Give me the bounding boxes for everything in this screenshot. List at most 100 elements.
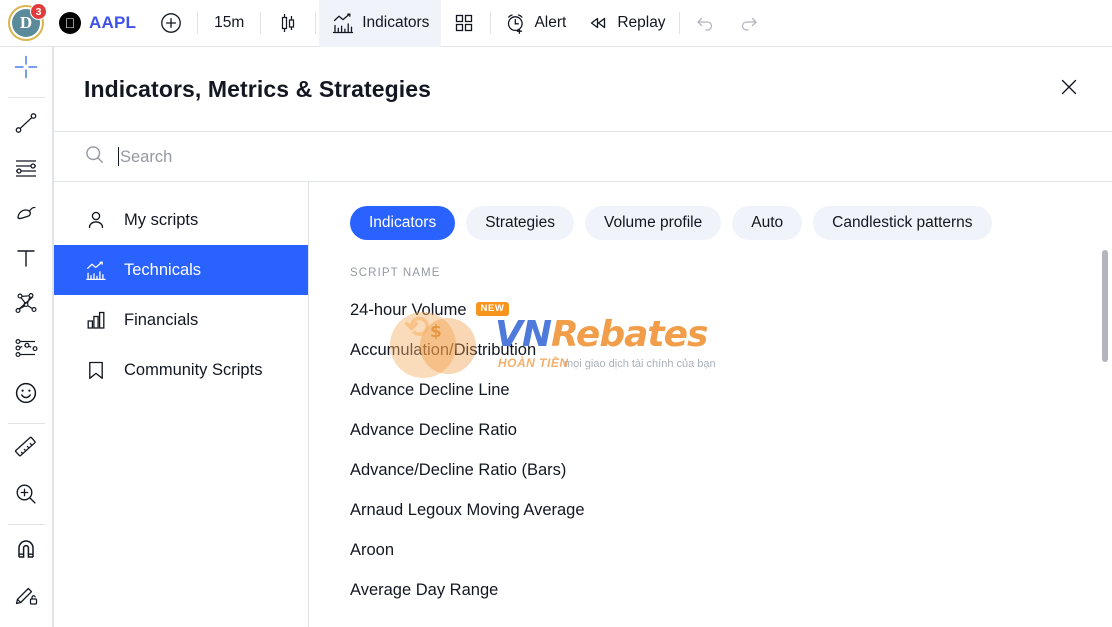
brush-tool[interactable] — [4, 193, 49, 238]
list-item[interactable]: Average Day Range — [309, 570, 1112, 610]
redo-arrow-icon — [738, 12, 760, 34]
script-name: Accumulation/Distribution — [350, 340, 537, 359]
cursor-tool-group — [0, 47, 52, 92]
search-icon — [84, 144, 105, 170]
toolbar-divider — [260, 12, 262, 34]
list-item[interactable]: Aroon — [309, 530, 1112, 570]
measure-tool[interactable] — [4, 429, 49, 474]
fib-retracement-tool[interactable] — [4, 148, 49, 193]
search-bar[interactable]: Search — [54, 132, 1112, 182]
sidebar-label: My scripts — [124, 210, 199, 229]
undo-button[interactable] — [683, 0, 727, 47]
crosshair-cursor-tool[interactable] — [4, 47, 49, 92]
layouts-button[interactable] — [441, 0, 487, 47]
new-badge: NEW — [475, 301, 510, 317]
toolbar-divider — [678, 12, 680, 34]
indicators-label: Indicators — [362, 14, 430, 31]
scripts-list: 24-hour Volume NEW Accumulation/Distribu… — [309, 279, 1112, 610]
magnet-lock-group — [0, 530, 52, 620]
toolbar-divider — [7, 524, 45, 525]
patterns-tool[interactable] — [4, 283, 49, 328]
symbol-ticker: AAPL — [89, 13, 137, 32]
emoji-tool[interactable] — [4, 373, 49, 418]
brush-icon — [13, 200, 39, 231]
sidebar-item-community-scripts[interactable]: Community Scripts — [54, 345, 308, 395]
search-placeholder: Search — [120, 147, 173, 166]
trend-line-tool[interactable] — [4, 103, 49, 148]
indicators-chart-icon — [331, 11, 355, 35]
dialog-title: Indicators, Metrics & Strategies — [84, 75, 432, 102]
measure-tools-group — [0, 429, 52, 519]
scrollbar-track[interactable] — [1102, 182, 1108, 627]
smiley-icon — [13, 380, 39, 411]
script-name: Aroon — [350, 540, 395, 559]
bar-chart-icon — [85, 309, 107, 331]
sidebar-item-technicals[interactable]: Technicals — [54, 245, 308, 295]
filter-pill-candlestick-patterns[interactable]: Candlestick patterns — [813, 206, 992, 240]
candlestick-icon — [276, 11, 300, 35]
dialog-header: Indicators, Metrics & Strategies — [54, 47, 1112, 132]
magnet-icon — [13, 537, 39, 568]
column-header-script-name: SCRIPT NAME — [350, 267, 441, 279]
sidebar-label: Financials — [124, 310, 199, 329]
undo-arrow-icon — [694, 12, 716, 34]
dialog-sidebar: My scripts Technicals Financials Communi… — [54, 182, 309, 627]
indicators-dialog: Indicators, Metrics & Strategies Search — [53, 47, 1112, 627]
alert-button[interactable]: Alert — [494, 0, 576, 47]
script-name: Arnaud Legoux Moving Average — [350, 500, 585, 519]
xabcd-pattern-icon — [13, 290, 39, 321]
bookmark-icon — [85, 359, 107, 381]
technicals-chart-icon — [85, 259, 107, 281]
script-name: Advance/Decline Ratio (Bars) — [350, 460, 567, 479]
dialog-body: My scripts Technicals Financials Communi… — [54, 182, 1112, 627]
timeframe-selector[interactable]: 15m — [201, 14, 257, 32]
lock-drawings-tool[interactable] — [4, 575, 49, 620]
list-item[interactable]: Advance Decline Ratio — [309, 410, 1112, 450]
toolbar-divider — [315, 12, 317, 34]
filter-pill-volume-profile[interactable]: Volume profile — [585, 206, 722, 240]
indicators-button[interactable]: Indicators — [319, 0, 442, 47]
filter-pill-strategies[interactable]: Strategies — [466, 206, 574, 240]
plus-circle-icon — [160, 12, 182, 34]
close-x-icon — [1058, 76, 1080, 103]
list-item[interactable]: Arnaud Legoux Moving Average — [309, 490, 1112, 530]
script-name: Advance Decline Line — [350, 380, 510, 399]
zoom-in-tool[interactable] — [4, 474, 49, 519]
list-item[interactable]: Accumulation/Distribution — [309, 330, 1112, 370]
scripts-panel: Indicators Strategies Volume profile Aut… — [309, 182, 1112, 627]
magnet-mode-tool[interactable] — [4, 530, 49, 575]
drawing-tools-group — [0, 103, 52, 418]
toolbar-divider — [490, 12, 492, 34]
scrollbar-thumb[interactable] — [1102, 250, 1108, 362]
list-item[interactable]: Advance Decline Line — [309, 370, 1112, 410]
search-input[interactable]: Search — [118, 146, 173, 167]
prediction-tool[interactable] — [4, 328, 49, 373]
alert-label: Alert — [534, 14, 567, 31]
sidebar-label: Technicals — [124, 260, 202, 279]
replay-label: Replay — [617, 14, 666, 31]
replay-button[interactable]: Replay — [576, 0, 675, 47]
sidebar-item-financials[interactable]: Financials — [54, 295, 308, 345]
chart-type-button[interactable] — [264, 0, 312, 47]
text-t-icon — [13, 245, 39, 276]
text-caret — [118, 146, 119, 166]
filter-pill-indicators[interactable]: Indicators — [350, 206, 456, 240]
text-tool[interactable] — [4, 238, 49, 283]
symbol-selector[interactable]:  AAPL — [45, 12, 148, 34]
script-name: Average Day Range — [350, 580, 499, 599]
left-drawing-toolbar — [0, 47, 53, 627]
crosshair-icon — [13, 54, 39, 85]
redo-button[interactable] — [727, 0, 771, 47]
sidebar-item-my-scripts[interactable]: My scripts — [54, 195, 308, 245]
user-avatar[interactable]: D 3 — [7, 3, 47, 42]
add-symbol-button[interactable] — [148, 0, 194, 47]
list-item[interactable]: Advance/Decline Ratio (Bars) — [309, 450, 1112, 490]
top-toolbar: D 3  AAPL 15m — [0, 0, 1112, 47]
list-item[interactable]: 24-hour Volume NEW — [309, 290, 1112, 330]
notification-badge[interactable]: 3 — [30, 3, 47, 20]
close-button[interactable] — [1052, 72, 1086, 106]
filter-pill-auto[interactable]: Auto — [732, 206, 803, 240]
rewind-icon — [586, 13, 610, 33]
toolbar-divider — [197, 12, 199, 34]
alarm-clock-plus-icon — [504, 12, 527, 35]
